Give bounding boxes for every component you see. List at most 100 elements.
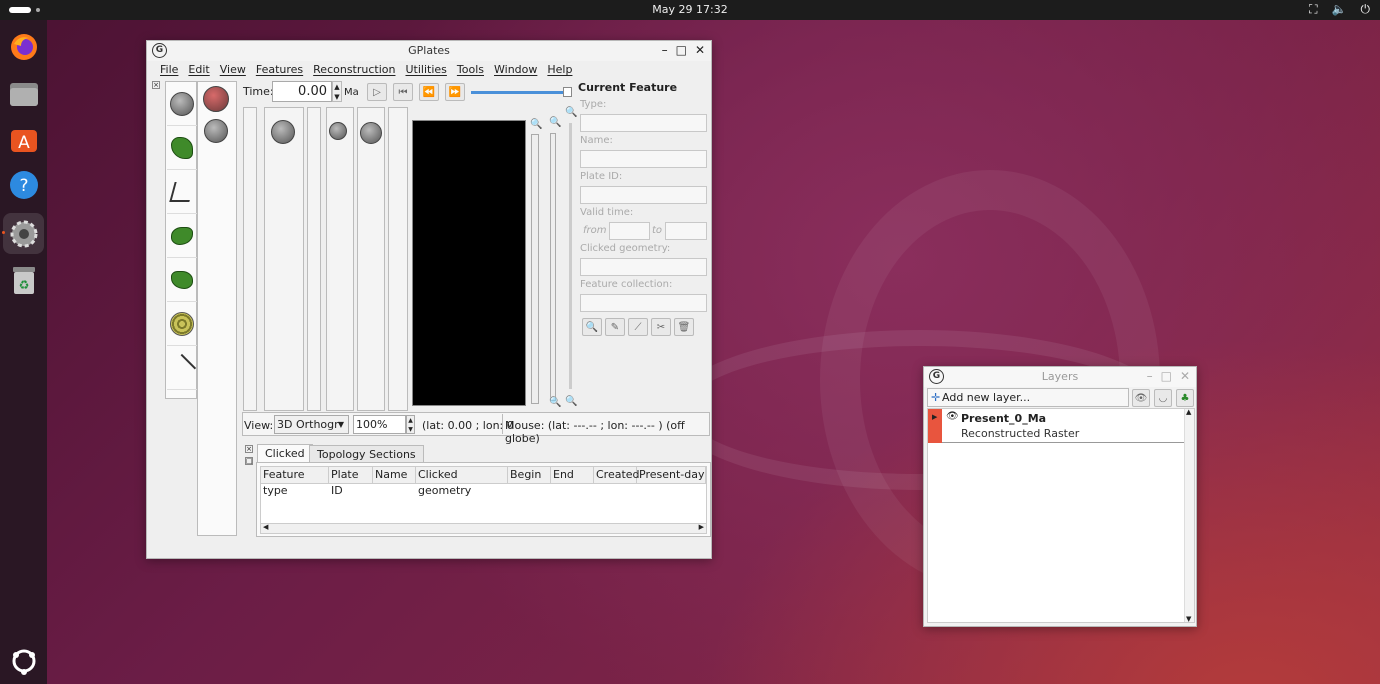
step-forward-button[interactable]: ⏩ <box>445 83 465 101</box>
choose-feature-tool-button[interactable] <box>167 126 197 170</box>
system-tray[interactable]: ⛶ 🔈 ⏻ <box>1309 2 1370 17</box>
rotate-globe-icon[interactable] <box>203 86 229 112</box>
zoom-globe-icon[interactable] <box>204 119 228 143</box>
clicked-features-table[interactable]: Feature type Plate ID Name Clicked geome… <box>260 466 707 534</box>
scroll-down-icon[interactable]: ▼ <box>1186 615 1191 623</box>
settings-icon[interactable] <box>3 213 44 254</box>
col-begin[interactable]: Begin <box>508 467 551 483</box>
col-end[interactable]: End <box>551 467 594 483</box>
close-panel-icon[interactable]: × <box>245 445 253 453</box>
col-present-day-geometry[interactable]: Present-day g <box>637 467 706 483</box>
clock[interactable]: May 29 17:32 <box>0 3 1380 16</box>
zoom-input[interactable]: 100% <box>353 415 406 434</box>
move-vertex-tool-button[interactable] <box>167 214 197 258</box>
vertical-scrollbar[interactable]: ▲ ▼ <box>1184 408 1194 623</box>
network-icon[interactable]: ⛶ <box>1309 2 1317 17</box>
show-apps-icon[interactable] <box>7 644 40 677</box>
minimize-button[interactable]: – <box>1147 369 1153 383</box>
col-name[interactable]: Name <box>373 467 416 483</box>
menu-reconstruction[interactable]: Reconstruction <box>308 63 400 77</box>
float-panel-icon[interactable]: □ <box>245 457 253 465</box>
edit-feature-button[interactable]: ✎ <box>605 318 625 336</box>
show-all-layers-button[interactable]: 👁 <box>1132 389 1150 407</box>
zoom-globe-icon[interactable] <box>329 122 347 140</box>
add-new-layer-button[interactable]: ✛ Add new layer... <box>927 388 1129 407</box>
volume-icon[interactable]: 🔈 <box>1332 2 1347 17</box>
delete-feature-button[interactable]: 🗑 <box>674 318 694 336</box>
hide-all-layers-button[interactable]: ◡ <box>1154 389 1172 407</box>
small-circle-tool-button[interactable] <box>167 302 197 346</box>
files-icon[interactable] <box>7 77 40 110</box>
menu-features[interactable]: Features <box>251 63 308 77</box>
globe-canvas[interactable] <box>412 120 526 406</box>
time-spinner[interactable]: ▲ ▼ <box>332 81 342 102</box>
col-feature-type[interactable]: Feature type <box>261 467 329 497</box>
menu-view[interactable]: View <box>215 63 251 77</box>
menu-utilities[interactable]: Utilities <box>400 63 451 77</box>
close-button[interactable]: ✕ <box>1180 369 1190 383</box>
col-clicked-geometry[interactable]: Clicked geometry <box>416 467 508 497</box>
zoom-out-icon[interactable]: 🔍 <box>549 397 561 408</box>
name-field[interactable] <box>580 150 707 168</box>
menu-file[interactable]: File <box>155 63 183 77</box>
help-icon[interactable]: ? <box>7 168 40 201</box>
manipulate-pole-tool-button[interactable] <box>167 258 197 302</box>
layers-titlebar[interactable]: G Layers – □ ✕ <box>924 367 1196 387</box>
zoom-in-icon[interactable]: 🔍 <box>549 117 561 128</box>
expand-arrow-icon[interactable]: ▶ <box>932 413 937 421</box>
col-created[interactable]: Created <box>594 467 640 483</box>
maximize-button[interactable]: □ <box>1161 369 1172 383</box>
minimize-button[interactable]: – <box>662 43 668 57</box>
projection-select[interactable]: 3D Orthogr ▼ <box>274 415 349 434</box>
feature-collection-field[interactable] <box>580 294 707 312</box>
delete-geometry-button[interactable]: ✂ <box>651 318 671 336</box>
visibility-eye-icon[interactable]: 👁 <box>946 411 959 422</box>
tab-clicked[interactable]: Clicked <box>257 444 313 463</box>
reset-to-start-button[interactable]: ⏮ <box>393 83 413 101</box>
zoom-slider[interactable] <box>550 133 556 401</box>
time-slider-handle[interactable] <box>563 87 572 97</box>
play-button[interactable]: ▷ <box>367 83 387 101</box>
zoom-globe-icon[interactable] <box>271 120 295 144</box>
time-slider[interactable] <box>471 91 571 94</box>
zoom-globe-icon[interactable] <box>360 122 382 144</box>
power-icon[interactable]: ⏻ <box>1361 2 1371 17</box>
close-button[interactable]: ✕ <box>695 43 705 57</box>
menu-edit[interactable]: Edit <box>183 63 214 77</box>
layer-colours-button[interactable]: ♣ <box>1176 389 1194 407</box>
scroll-track[interactable] <box>531 134 539 404</box>
menu-tools[interactable]: Tools <box>452 63 489 77</box>
scroll-left-icon[interactable]: ◀ <box>263 523 268 531</box>
close-dock-icon[interactable]: × <box>152 81 160 89</box>
end-time-field[interactable] <box>665 222 707 240</box>
firefox-icon[interactable] <box>7 30 40 63</box>
tab-topology-sections[interactable]: Topology Sections <box>309 445 424 463</box>
time-input[interactable]: 0.00 <box>272 81 332 102</box>
scroll-up-icon[interactable]: ▲ <box>1186 408 1191 416</box>
splitter[interactable] <box>569 123 572 389</box>
step-back-button[interactable]: ⏪ <box>419 83 439 101</box>
app-center-icon[interactable]: A <box>7 122 40 155</box>
query-feature-button[interactable]: 🔍 <box>582 318 602 336</box>
trash-icon[interactable]: ♻ <box>7 263 40 296</box>
clone-geometry-button[interactable]: ⟋ <box>628 318 648 336</box>
plate-id-field[interactable] <box>580 186 707 204</box>
zoom-in-icon[interactable]: 🔍 <box>565 107 577 118</box>
scroll-right-icon[interactable]: ▶ <box>699 523 704 531</box>
col-plate-id[interactable]: Plate ID <box>329 467 373 497</box>
begin-time-field[interactable] <box>609 222 650 240</box>
menu-window[interactable]: Window <box>489 63 542 77</box>
clicked-geometry-field[interactable] <box>580 258 707 276</box>
measure-tool-button[interactable] <box>167 346 197 390</box>
type-field[interactable] <box>580 114 707 132</box>
layer-row[interactable]: ▶ 👁 Present_0_Ma Reconstructed Raster <box>928 409 1185 443</box>
maximize-button[interactable]: □ <box>676 43 687 57</box>
horizontal-scrollbar[interactable]: ◀ ▶ <box>261 523 706 533</box>
zoom-in-icon[interactable]: 🔍 <box>530 119 542 130</box>
zoom-spinner[interactable]: ▲ ▼ <box>406 415 415 434</box>
menu-help[interactable]: Help <box>542 63 577 77</box>
globe-tool-button[interactable] <box>167 82 197 126</box>
zoom-out-icon[interactable]: 🔍 <box>565 396 577 407</box>
digitise-tool-button[interactable] <box>167 170 197 214</box>
gplates-titlebar[interactable]: G GPlates – □ ✕ <box>147 41 711 61</box>
